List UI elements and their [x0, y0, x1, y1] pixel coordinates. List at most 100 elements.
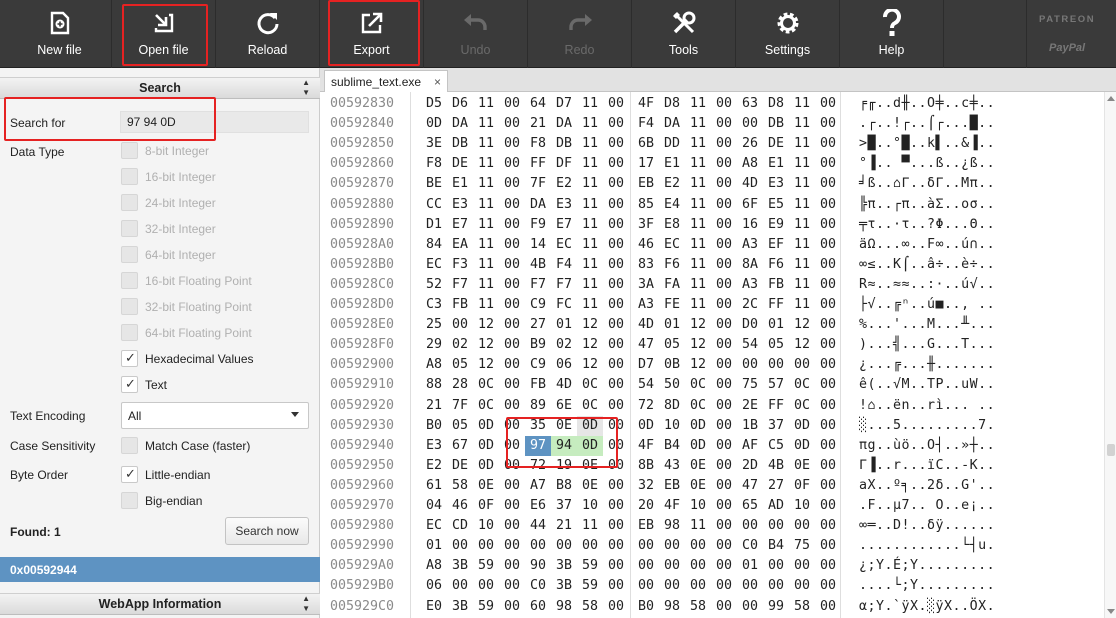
hex-byte[interactable]: 89	[525, 396, 551, 416]
hex-byte[interactable]: 00	[815, 195, 841, 215]
hex-byte[interactable]: D7	[633, 355, 659, 375]
hex-byte[interactable]: 46	[447, 496, 473, 516]
hex-byte[interactable]: 00	[711, 94, 737, 114]
hex-byte[interactable]: 84	[421, 235, 447, 255]
row-text[interactable]: ░...5.........7.	[859, 418, 995, 433]
hex-byte[interactable]: E7	[447, 215, 473, 235]
hex-byte[interactable]: 00	[711, 235, 737, 255]
hex-byte[interactable]: 2E	[737, 396, 763, 416]
hex-byte[interactable]: A7	[525, 476, 551, 496]
hex-byte[interactable]: 00	[789, 576, 815, 596]
hex-byte[interactable]: 11	[685, 255, 711, 275]
hex-byte[interactable]: F7	[447, 275, 473, 295]
hex-byte[interactable]: 11	[685, 275, 711, 295]
hex-byte[interactable]: 00	[603, 396, 629, 416]
hex-byte[interactable]: 11	[473, 174, 499, 194]
hex-byte[interactable]: 52	[421, 275, 447, 295]
hex-byte[interactable]: 00	[499, 476, 525, 496]
hex-byte[interactable]: DA	[551, 114, 577, 134]
hex-byte[interactable]: FB	[525, 375, 551, 395]
hex-byte[interactable]: 32	[633, 476, 659, 496]
hex-byte[interactable]: 00	[447, 315, 473, 335]
hex-byte[interactable]: 11	[789, 134, 815, 154]
hex-byte[interactable]: EC	[421, 516, 447, 536]
row-text[interactable]: !⌂..ën..rì... ..	[859, 398, 995, 413]
hex-byte[interactable]: 0D	[577, 435, 603, 456]
hex-byte[interactable]: 11	[577, 255, 603, 275]
hex-byte[interactable]: 00	[499, 315, 525, 335]
hex-byte[interactable]: E1	[447, 174, 473, 194]
row-text[interactable]: ê(..√M..TP..uW..	[859, 377, 995, 392]
hex-byte[interactable]: 11	[473, 94, 499, 114]
hex-byte[interactable]: 37	[763, 416, 789, 436]
hex-byte[interactable]: 11	[789, 94, 815, 114]
hex-byte[interactable]: 11	[473, 114, 499, 134]
hex-byte[interactable]: 00	[499, 436, 525, 456]
hex-byte[interactable]: 4D	[633, 315, 659, 335]
hex-byte[interactable]: 16	[737, 215, 763, 235]
row-text[interactable]: ¿;Y.É;Y.........	[859, 558, 995, 573]
hex-byte[interactable]: 0D	[633, 416, 659, 436]
hex-byte[interactable]: 54	[633, 375, 659, 395]
row-text[interactable]: %...'...M...╨...	[859, 317, 995, 332]
webapp-info-section-header[interactable]: WebApp Information ▲ ▼	[0, 593, 320, 615]
hex-byte[interactable]: 00	[815, 174, 841, 194]
hex-byte[interactable]: 00	[711, 275, 737, 295]
hex-byte[interactable]: 4D	[737, 174, 763, 194]
hex-byte[interactable]: 0E	[577, 456, 603, 476]
row-text[interactable]: .F..µ7.. O..e¡..	[859, 498, 995, 513]
hex-byte[interactable]: 00	[499, 597, 525, 617]
hex-byte[interactable]: 00	[815, 476, 841, 496]
hex-byte[interactable]: 00	[603, 576, 629, 596]
hex-byte[interactable]: 47	[633, 335, 659, 355]
hex-byte[interactable]: 00	[603, 375, 629, 395]
hex-byte[interactable]: 11	[789, 195, 815, 215]
hex-byte[interactable]: CC	[421, 195, 447, 215]
hex-byte[interactable]: 00	[499, 94, 525, 114]
hex-byte[interactable]: D1	[421, 215, 447, 235]
hex-byte[interactable]: 00	[447, 536, 473, 556]
hex-byte[interactable]: 00	[815, 456, 841, 476]
hex-byte[interactable]: 2C	[737, 295, 763, 315]
hex-byte[interactable]: 28	[447, 375, 473, 395]
hex-byte[interactable]: F4	[551, 255, 577, 275]
hex-byte[interactable]: 59	[577, 556, 603, 576]
hex-byte[interactable]: 00	[499, 255, 525, 275]
row-text[interactable]: ╒╓..d╫..O╪..c╪..	[859, 96, 995, 111]
hex-byte[interactable]: D5	[421, 94, 447, 114]
scroll-thumb[interactable]	[1107, 444, 1115, 456]
hex-byte[interactable]: 11	[577, 94, 603, 114]
hex-byte[interactable]: 00	[633, 576, 659, 596]
hex-byte[interactable]: 12	[685, 355, 711, 375]
hex-byte[interactable]: FE	[659, 295, 685, 315]
hex-byte[interactable]: 0C	[685, 396, 711, 416]
hex-byte[interactable]: 00	[603, 235, 629, 255]
row-text[interactable]: .┌..!┌..⌠┌...█..	[859, 116, 995, 131]
hex-byte[interactable]: 3F	[633, 215, 659, 235]
hex-byte[interactable]: E5	[763, 195, 789, 215]
hex-byte[interactable]: A8	[421, 556, 447, 576]
row-text[interactable]: Γ▐..r...ïC..-K..	[859, 458, 995, 473]
hex-byte[interactable]: FF	[525, 154, 551, 174]
hex-byte[interactable]: 60	[525, 597, 551, 617]
hex-byte[interactable]: 0D	[789, 416, 815, 436]
hex-byte[interactable]: 00	[603, 174, 629, 194]
hex-byte[interactable]: A8	[421, 355, 447, 375]
hex-byte[interactable]: 00	[603, 355, 629, 375]
hex-byte[interactable]: 83	[633, 255, 659, 275]
hex-byte[interactable]: 00	[603, 476, 629, 496]
hex-byte[interactable]: B9	[525, 335, 551, 355]
hex-byte[interactable]: 00	[603, 215, 629, 235]
row-text[interactable]: äΩ...∞..F∞..ú∩..	[859, 237, 995, 252]
hex-byte[interactable]: 02	[447, 335, 473, 355]
hex-byte[interactable]: 12	[577, 335, 603, 355]
hex-byte[interactable]: 00	[499, 416, 525, 436]
settings-button[interactable]: Settings	[736, 0, 840, 68]
hex-byte[interactable]: 00	[711, 215, 737, 235]
hex-byte[interactable]: 00	[815, 576, 841, 596]
data-type-checkbox[interactable]	[121, 350, 138, 367]
hex-byte[interactable]: 00	[499, 195, 525, 215]
hex-view[interactable]: 00592830 D5 D6 11 00 64 D7 11 00 4F D8 11 00 63 D8 11 00…	[320, 92, 1104, 618]
hex-byte[interactable]: 00	[711, 335, 737, 355]
hex-byte[interactable]: 3E	[421, 134, 447, 154]
